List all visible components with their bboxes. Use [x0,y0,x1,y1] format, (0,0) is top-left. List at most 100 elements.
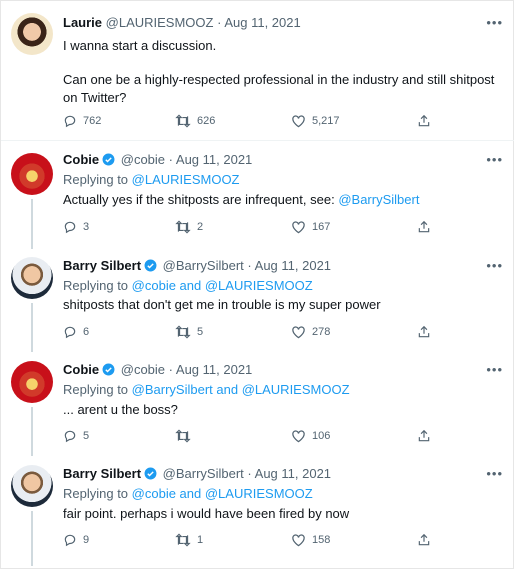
thread-container: Laurie @LAURIESMOOZ · Aug 11, 2021 ••• I… [0,0,514,569]
tweet-text-line: on Twitter? [63,90,127,105]
tweet-text-line: I wanna start a discussion. [63,38,217,53]
like-count: 167 [312,221,331,233]
more-icon[interactable]: ••• [486,15,503,30]
share-button[interactable] [417,114,431,128]
tweet-date[interactable]: Aug 11, 2021 [176,362,252,377]
reply-mention-link[interactable]: @LAURIESMOOZ [132,172,240,187]
heart-icon [292,534,305,547]
share-icon [418,429,430,442]
share-icon [418,533,430,546]
reply-count: 3 [83,221,90,233]
tweet-actions: 5 106 [63,429,443,447]
retweet-icon [175,325,191,339]
retweet-count: 626 [197,115,216,127]
retweet-count: 5 [197,326,204,338]
author-handle[interactable]: @BarrySilbert [163,466,244,481]
tweet-3[interactable]: Cobie @cobie · Aug 11, 2021 ••• Replying… [1,352,514,456]
author-name[interactable]: Cobie [63,152,99,167]
share-button[interactable] [417,325,431,339]
replying-label: Replying to [63,172,129,187]
reply-button[interactable]: 762 [63,114,101,128]
reply-button[interactable]: 3 [63,220,89,234]
replying-label: Replying to [63,486,129,501]
tweet-text: shitposts that don't get me in trouble i… [63,297,381,312]
author-name[interactable]: Barry Silbert [63,258,141,273]
tweet-date[interactable]: Aug 11, 2021 [255,258,331,273]
tweet-text: Actually yes if the shitposts are infreq… [63,191,419,209]
more-icon[interactable]: ••• [486,152,503,167]
heart-icon [292,326,305,339]
reply-button[interactable]: 9 [63,533,89,547]
like-button[interactable]: 278 [291,325,330,339]
tweet-date[interactable]: Aug 11, 2021 [224,15,300,30]
avatar-barry-silbert[interactable] [11,465,53,507]
author-handle[interactable]: @cobie [121,362,165,377]
mention-link[interactable]: @BarrySilbert [338,192,419,207]
more-icon[interactable]: ••• [486,258,503,273]
like-button[interactable]: 167 [291,220,330,234]
retweet-button[interactable]: 626 [175,114,215,128]
reply-mention-link[interactable]: @cobie and @LAURIESMOOZ [132,278,313,293]
tweet-header: Laurie @LAURIESMOOZ · Aug 11, 2021 [63,15,301,31]
retweet-button[interactable]: 2 [175,220,203,234]
reply-button[interactable]: 5 [63,429,89,443]
author-handle[interactable]: @LAURIESMOOZ [106,15,214,30]
tweet-1[interactable]: Cobie @cobie · Aug 11, 2021 ••• Replying… [1,141,514,249]
tweet-2[interactable]: Barry Silbert @BarrySilbert · Aug 11, 20… [1,249,514,352]
reply-count: 762 [83,115,102,127]
author-handle[interactable]: @BarrySilbert [163,258,244,273]
avatar-barry-silbert[interactable] [11,257,53,299]
tweet-actions: 9 1 158 [63,533,443,551]
share-button[interactable] [417,220,431,234]
avatar-cobie[interactable] [11,361,53,403]
author-name[interactable]: Laurie [63,15,102,30]
like-button[interactable]: 158 [291,533,330,547]
reply-mention-link[interactable]: @BarrySilbert and @LAURIESMOOZ [132,382,350,397]
tweet-4[interactable]: Barry Silbert @BarrySilbert · Aug 11, 20… [1,456,514,566]
avatar-cobie[interactable] [11,153,53,195]
reply-icon [64,326,76,339]
like-button[interactable]: 5,217 [291,114,340,128]
like-count: 158 [312,534,331,546]
tweet-0[interactable]: Laurie @LAURIESMOOZ · Aug 11, 2021 ••• I… [1,1,514,141]
tweet-date[interactable]: Aug 11, 2021 [176,152,252,167]
separator-dot: · [168,152,173,167]
author-name[interactable]: Cobie [63,362,99,377]
share-icon [418,220,430,233]
reply-count: 6 [83,326,90,338]
author-handle[interactable]: @cobie [121,152,165,167]
share-button[interactable] [417,533,431,547]
verified-badge-icon [102,363,115,376]
tweet-text: fair point. perhaps i would have been fi… [63,506,350,521]
like-button[interactable]: 106 [291,429,330,443]
tweet-header: Barry Silbert @BarrySilbert · Aug 11, 20… [63,466,331,482]
heart-icon [292,221,305,234]
thread-line [31,407,33,456]
retweet-button[interactable] [175,429,197,443]
reply-icon [64,115,76,128]
retweet-button[interactable]: 5 [175,325,203,339]
more-icon[interactable]: ••• [486,362,503,377]
avatar-laurie[interactable] [11,13,53,55]
thread-line [31,199,33,249]
author-name[interactable]: Barry Silbert [63,466,141,481]
tweet-actions: 6 5 278 [63,325,443,343]
tweet-actions: 762 626 5,217 [63,114,443,132]
share-button[interactable] [417,429,431,443]
retweet-count: 2 [197,221,204,233]
retweet-icon [175,429,191,443]
like-count: 5,217 [312,115,340,127]
share-icon [418,114,430,127]
reply-mention-link[interactable]: @cobie and @LAURIESMOOZ [132,486,313,501]
tweet-header: Cobie @cobie · Aug 11, 2021 [63,362,252,378]
separator-dot: · [217,15,222,30]
retweet-button[interactable]: 1 [175,533,203,547]
more-icon[interactable]: ••• [486,466,503,481]
replying-to: Replying to @LAURIESMOOZ [63,172,240,188]
tweet-date[interactable]: Aug 11, 2021 [255,466,331,481]
replying-to: Replying to @cobie and @LAURIESMOOZ [63,486,313,502]
heart-icon [292,115,305,128]
heart-icon [292,430,305,443]
reply-button[interactable]: 6 [63,325,89,339]
verified-badge-icon [144,467,157,480]
